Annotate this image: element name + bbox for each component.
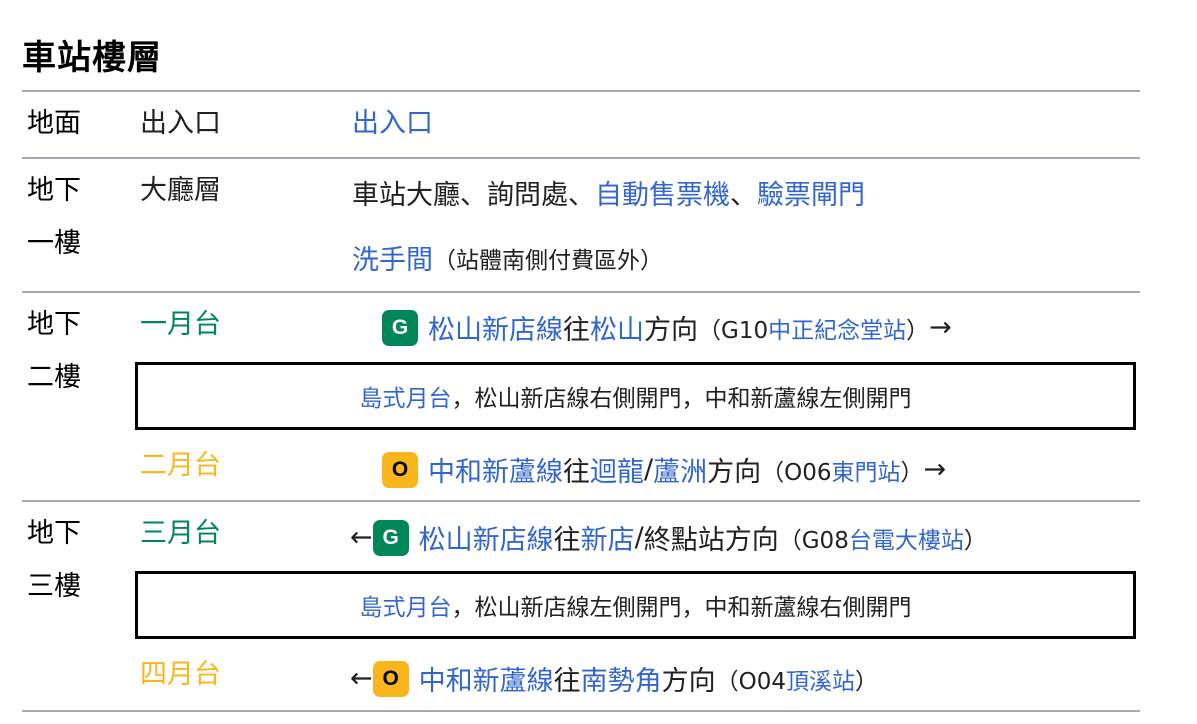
restroom-note: （站體南側付費區外） [433, 247, 663, 274]
right-arrow-icon: → [929, 312, 952, 343]
line-name-link[interactable]: 松山新店線 [419, 518, 554, 557]
divider [22, 157, 1140, 159]
platform-3-label: 三月台 [140, 518, 221, 549]
next-station-paren-open: （G08 [778, 527, 849, 554]
platform-1-label: 一月台 [140, 309, 221, 340]
next-station-paren-close: ） [855, 668, 878, 695]
next-station-paren-open: （O04 [715, 668, 786, 695]
slash: / [634, 522, 644, 553]
platform-3-info: ← G 松山新店線 往 新店 / 終點站方向 （G08 台電大樓站 ） [350, 518, 987, 557]
concourse-facilities: 車站大廳、詢問處、 自動售票機 、 驗票閘門 [352, 173, 865, 212]
green-line-badge-icon: G [382, 309, 418, 346]
direction-suffix: 方向 [707, 457, 762, 488]
line-name-link[interactable]: 中和新蘆線 [428, 450, 563, 489]
door-side-note: ，松山新店線左側開門，中和新蘆線右側開門 [451, 595, 912, 621]
island-platform-link[interactable]: 島式月台 [360, 379, 452, 413]
platform-2-label: 二月台 [140, 450, 221, 481]
slash: / [644, 454, 654, 485]
area-label-ground: 出入口 [140, 108, 221, 139]
orange-line-badge-icon: O [382, 451, 418, 488]
line-name-link[interactable]: 松山新店線 [428, 308, 563, 347]
line-name-link[interactable]: 中和新蘆線 [419, 659, 554, 698]
direction-suffix: 方向 [661, 666, 716, 697]
direction-suffix: 方向 [644, 315, 698, 346]
left-arrow-icon: ← [350, 663, 373, 694]
exit-link[interactable]: 出入口 [352, 110, 433, 137]
platform-4-info: ← O 中和新蘆線 往 南勢角 方向 （O04 頂溪站 ） [350, 659, 878, 698]
next-station-link[interactable]: 頂溪站 [786, 662, 855, 696]
level-label-b2-line2: 二樓 [27, 362, 81, 393]
destination-link[interactable]: 迴龍 [590, 450, 644, 489]
next-station-link[interactable]: 台電大樓站 [849, 521, 964, 555]
destination-link[interactable]: 松山 [590, 308, 644, 347]
divider [22, 500, 1140, 502]
left-arrow-icon: ← [350, 522, 373, 553]
next-station-paren-close: ） [906, 317, 930, 344]
level-label-ground: 地面 [27, 108, 81, 139]
divider [22, 710, 1140, 712]
area-label-concourse: 大廳層 [140, 175, 221, 206]
level-label-b1-line1: 地下 [27, 175, 81, 206]
restroom-link[interactable]: 洗手間 [352, 238, 433, 277]
restroom-line: 洗手間 （站體南側付費區外） [352, 238, 663, 277]
level-label-b3-line2: 三樓 [27, 571, 81, 602]
destination-link[interactable]: 新店 [581, 518, 635, 557]
direction-prefix: 往 [563, 457, 590, 488]
orange-line-badge-icon: O [372, 660, 409, 697]
level-label-b2-line1: 地下 [27, 309, 81, 340]
platform-2-info: O 中和新蘆線 往 迴龍 / 蘆洲 方向 （O06 東門站 ） → [382, 450, 946, 489]
next-station-paren-open: （O06 [761, 459, 832, 486]
direction-prefix: 往 [563, 315, 590, 346]
level-label-b1-line2: 一樓 [27, 228, 81, 259]
level-label-b3-line1: 地下 [27, 518, 81, 549]
next-station-link[interactable]: 東門站 [831, 453, 900, 487]
ticket-machine-link[interactable]: 自動售票機 [595, 173, 730, 212]
door-side-note: ，松山新店線右側開門，中和新蘆線左側開門 [451, 386, 912, 412]
divider [22, 291, 1140, 293]
next-station-paren-close: ） [963, 527, 987, 554]
next-station-paren-close: ） [900, 459, 924, 486]
direction-prefix: 往 [553, 525, 581, 556]
facilities-text: 車站大廳、詢問處、 [352, 180, 595, 211]
page-title: 車站樓層 [22, 38, 162, 78]
platform-1-info: G 松山新店線 往 松山 方向 （G10 中正紀念堂站 ） → [382, 308, 952, 347]
island-platform-box-b3: 島式月台 ，松山新店線左側開門，中和新蘆線右側開門 [135, 571, 1136, 639]
separator: 、 [730, 180, 757, 211]
destination-link[interactable]: 南勢角 [581, 659, 662, 698]
platform-4-label: 四月台 [140, 659, 221, 690]
green-line-badge-icon: G [372, 519, 409, 556]
island-platform-link[interactable]: 島式月台 [360, 588, 452, 622]
right-arrow-icon: → [923, 454, 947, 485]
next-station-paren-open: （G10 [698, 317, 769, 344]
next-station-link[interactable]: 中正紀念堂站 [768, 311, 906, 345]
fare-gate-link[interactable]: 驗票閘門 [757, 173, 865, 212]
divider [22, 90, 1140, 92]
island-platform-box-b2: 島式月台 ，松山新店線右側開門，中和新蘆線左側開門 [135, 362, 1136, 430]
direction-prefix: 往 [553, 666, 581, 697]
destination-link[interactable]: 蘆洲 [653, 450, 707, 489]
direction-suffix: 終點站方向 [643, 525, 779, 556]
